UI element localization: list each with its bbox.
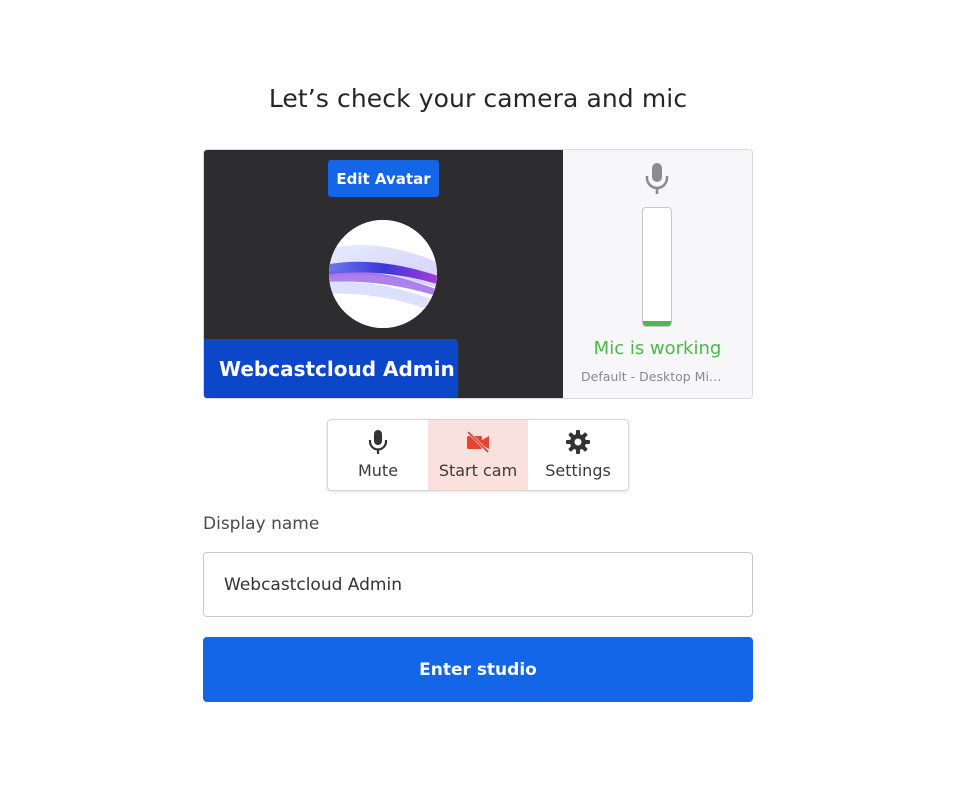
camera-preview: Edit Avatar Webcastcloud Admin: [204, 150, 563, 398]
settings-button[interactable]: Settings: [528, 420, 628, 490]
av-preview: Edit Avatar Webcastcloud Admin Mic is wo…: [203, 149, 753, 399]
mic-status-text: Mic is working: [593, 338, 722, 359]
participant-name-tag: Webcastcloud Admin: [204, 339, 458, 398]
microphone-icon: [645, 163, 669, 194]
pre-join-page: Let’s check your camera and mic Edit Ava…: [0, 0, 961, 792]
start-cam-button[interactable]: Start cam: [428, 420, 528, 490]
camera-off-icon: [466, 430, 490, 454]
settings-label: Settings: [545, 461, 611, 480]
gear-icon: [566, 430, 590, 454]
mic-check-panel: Mic is working Default - Desktop Mi…: [563, 150, 752, 398]
enter-studio-button[interactable]: Enter studio: [203, 637, 753, 702]
page-title: Let’s check your camera and mic: [268, 84, 688, 113]
avatar-image: [329, 220, 437, 328]
microphone-icon: [368, 430, 388, 454]
mic-device-name: Default - Desktop Mi…: [581, 369, 722, 384]
mute-button[interactable]: Mute: [328, 420, 428, 490]
mute-label: Mute: [357, 461, 399, 480]
media-controls: Mute Start cam Settings: [327, 419, 629, 491]
start-cam-label: Start cam: [438, 461, 518, 480]
mic-level-fill: [643, 321, 671, 326]
avatar: [329, 220, 437, 328]
display-name-input[interactable]: [203, 552, 753, 617]
display-name-label: Display name: [203, 514, 320, 534]
edit-avatar-button[interactable]: Edit Avatar: [328, 160, 439, 197]
mic-level-meter: [642, 207, 672, 327]
